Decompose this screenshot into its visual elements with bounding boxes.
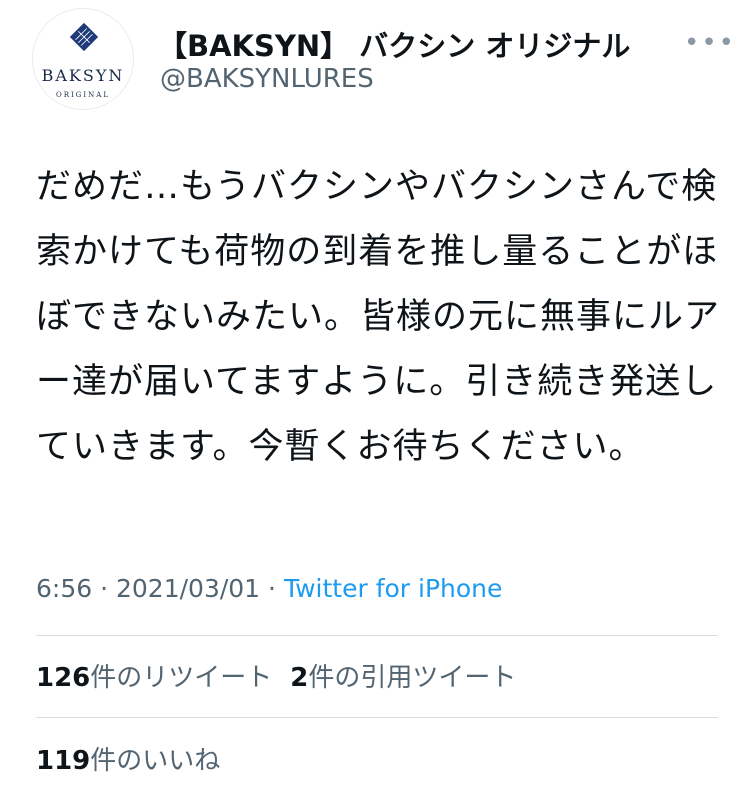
retweets-stat[interactable]: 126件のリツイート: [36, 663, 272, 693]
quote-label: 件の引用ツイート: [308, 663, 517, 693]
divider: [36, 717, 718, 718]
avatar[interactable]: BAKSYN ORIGINAL: [32, 8, 134, 110]
like-count: 119: [36, 746, 91, 776]
likes-stat[interactable]: 119件のいいね: [36, 740, 220, 777]
tweet-date[interactable]: 2021/03/01: [116, 574, 260, 603]
tweet-source-link[interactable]: Twitter for iPhone: [284, 574, 502, 603]
quotes-stat[interactable]: 2件の引用ツイート: [290, 663, 516, 693]
retweet-count: 126: [36, 663, 91, 693]
retweet-label: 件のリツイート: [90, 663, 273, 693]
divider: [36, 635, 718, 636]
like-label: 件のいいね: [90, 746, 221, 776]
display-name[interactable]: 【BAKSYN】 バクシン オリジナル: [158, 23, 630, 65]
avatar-brand-text: BAKSYN: [41, 66, 125, 85]
more-options-icon[interactable]: •••: [684, 28, 736, 58]
quote-count: 2: [290, 663, 309, 693]
avatar-sub-text: ORIGINAL: [56, 91, 110, 99]
meta-separator: ·: [100, 574, 109, 603]
tweet-meta: 6:56 · 2021/03/01 · Twitter for iPhone: [36, 574, 502, 603]
user-handle[interactable]: @BAKSYNLURES: [160, 64, 374, 94]
tweet-text: だめだ…もうバクシンやバクシンさんで検索かけても荷物の到着を推し量ることがほぼで…: [36, 167, 721, 467]
meta-separator: ·: [268, 574, 276, 603]
baksyn-logo-icon: [69, 22, 99, 52]
engagement-stats: 126件のリツイート 2件の引用ツイート: [36, 657, 516, 694]
tweet-time[interactable]: 6:56: [36, 574, 92, 603]
